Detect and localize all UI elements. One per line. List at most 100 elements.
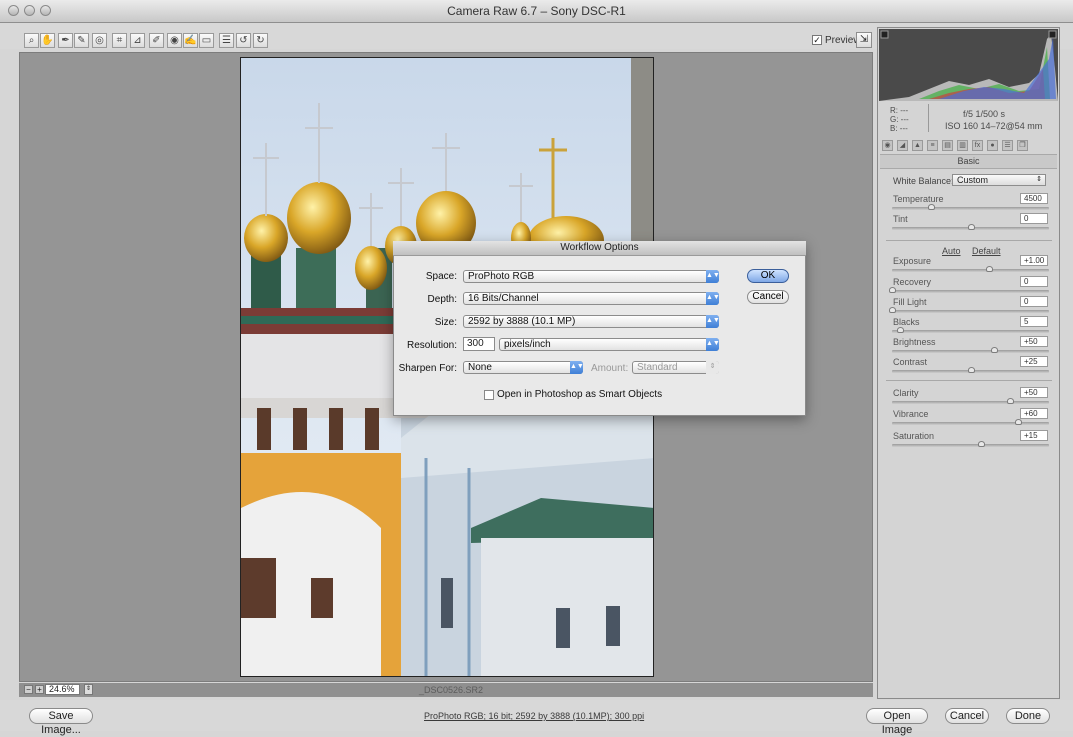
preferences-icon[interactable]: ☰ — [219, 33, 234, 48]
blacks-label: Blacks — [893, 317, 920, 327]
vibrance-slider[interactable] — [892, 422, 1049, 425]
straighten-tool-icon[interactable]: ⊿ — [130, 33, 145, 48]
workflow-options-link[interactable]: ProPhoto RGB; 16 bit; 2592 by 3888 (10.1… — [424, 711, 644, 721]
adjustment-brush-tool-icon[interactable]: ✍ — [183, 33, 198, 48]
exposure-label: Exposure — [893, 256, 932, 266]
zoom-tool-icon[interactable]: ⌕ — [24, 33, 39, 48]
clarity-slider-thumb[interactable] — [1006, 398, 1014, 404]
graduated-filter-tool-icon[interactable]: ▭ — [199, 33, 214, 48]
cancel-button[interactable]: Cancel — [945, 708, 989, 724]
effects-tab-icon[interactable]: fx — [972, 140, 983, 151]
fullscreen-toggle-button[interactable]: ⇲ — [856, 32, 872, 48]
temperature-slider[interactable] — [892, 207, 1049, 210]
smart-objects-label: Open in Photoshop as Smart Objects — [497, 389, 663, 400]
exposure-slider-thumb[interactable] — [986, 266, 994, 272]
ok-button[interactable]: OK — [747, 269, 789, 283]
space-value: ProPhoto RGB — [468, 271, 535, 282]
clarity-value-field[interactable]: +50 — [1020, 387, 1048, 398]
default-link[interactable]: Default — [972, 246, 1001, 256]
space-select[interactable]: ProPhoto RGB ▲▼ — [463, 270, 720, 283]
fill-light-slider-thumb[interactable] — [889, 307, 896, 313]
zoom-level-field[interactable]: 24.6% — [45, 684, 80, 695]
zoom-out-button[interactable]: − — [24, 685, 33, 694]
targeted-adjustment-tool-icon[interactable]: ◎ — [92, 33, 107, 48]
crop-tool-icon[interactable]: ⌗ — [112, 33, 127, 48]
brightness-slider[interactable] — [892, 350, 1049, 353]
sharpen-select[interactable]: None ▲▼ — [463, 361, 584, 374]
contrast-slider-thumb[interactable] — [967, 367, 975, 373]
detail-tab-icon[interactable]: ▲ — [912, 140, 923, 151]
saturation-value-field[interactable]: +15 — [1020, 430, 1048, 441]
exposure-value-field[interactable]: +1.00 — [1020, 255, 1048, 266]
recovery-value-field[interactable]: 0 — [1020, 276, 1048, 287]
split-toning-tab-icon[interactable]: ▤ — [942, 140, 953, 151]
white-balance-select[interactable]: Custom ⇕ — [952, 174, 1046, 186]
brightness-slider-thumb[interactable] — [991, 347, 999, 353]
vibrance-value-field[interactable]: +60 — [1020, 408, 1048, 419]
fill-light-label: Fill Light — [893, 297, 927, 307]
save-image-button[interactable]: Save Image... — [29, 708, 93, 736]
fill-light-value-field[interactable]: 0 — [1020, 296, 1048, 307]
depth-label: Depth: — [427, 294, 457, 305]
histogram — [879, 29, 1058, 101]
select-arrows-icon: ▲▼ — [706, 270, 720, 283]
dialog-cancel-button[interactable]: Cancel — [747, 290, 789, 304]
clarity-label: Clarity — [893, 388, 919, 398]
open-image-button[interactable]: Open Image — [866, 708, 928, 736]
auto-link[interactable]: Auto — [942, 246, 961, 256]
depth-value: 16 Bits/Channel — [468, 293, 539, 304]
size-select[interactable]: 2592 by 3888 (10.1 MP) ▲▼ — [463, 315, 720, 328]
clarity-slider[interactable] — [892, 401, 1049, 404]
blacks-slider-thumb[interactable] — [896, 327, 904, 333]
tint-slider-thumb[interactable] — [967, 224, 975, 230]
color-sampler-tool-icon[interactable]: ✎ — [74, 33, 89, 48]
depth-select[interactable]: 16 Bits/Channel ▲▼ — [463, 292, 720, 305]
rotate-ccw-icon[interactable]: ↺ — [236, 33, 251, 48]
temperature-slider-thumb[interactable] — [928, 204, 936, 210]
resolution-label: Resolution: — [406, 340, 457, 351]
resolution-input[interactable]: 300 — [463, 337, 495, 351]
rotate-cw-icon[interactable]: ↻ — [253, 33, 268, 48]
lens-corrections-tab-icon[interactable]: ▥ — [957, 140, 968, 151]
brightness-value-field[interactable]: +50 — [1020, 336, 1048, 347]
space-label: Space: — [425, 271, 457, 282]
recovery-slider[interactable] — [892, 290, 1049, 293]
saturation-slider[interactable] — [892, 444, 1049, 447]
blacks-value-field[interactable]: 5 — [1020, 316, 1048, 327]
saturation-slider-thumb[interactable] — [978, 441, 986, 447]
hsl-tab-icon[interactable]: ≡ — [927, 140, 938, 151]
contrast-value-field[interactable]: +25 — [1020, 356, 1048, 367]
temperature-value-field[interactable]: 4500 — [1020, 193, 1048, 204]
white-balance-tool-icon[interactable]: ✒ — [58, 33, 73, 48]
readout-divider — [928, 104, 929, 132]
zoom-in-button[interactable]: + — [35, 685, 44, 694]
snapshots-tab-icon[interactable]: ❐ — [1017, 140, 1028, 151]
fill-light-slider[interactable] — [892, 310, 1049, 313]
tone-curve-tab-icon[interactable]: ◢ — [897, 140, 908, 151]
basic-tab-icon[interactable]: ◉ — [882, 140, 893, 151]
tint-label: Tint — [893, 214, 908, 224]
exposure-slider[interactable] — [892, 269, 1049, 272]
red-eye-tool-icon[interactable]: ◉ — [167, 33, 182, 48]
panel-title: Basic — [880, 154, 1057, 169]
readout-iso-lens: ISO 160 14–72@54 mm — [945, 121, 1043, 131]
smart-objects-checkbox[interactable] — [484, 390, 494, 400]
zoom-level-stepper[interactable]: ⇕ — [84, 684, 93, 695]
preview-checkbox[interactable]: ✓ — [812, 35, 822, 45]
tint-value-field[interactable]: 0 — [1020, 213, 1048, 224]
done-button[interactable]: Done — [1006, 708, 1050, 724]
amount-select[interactable]: Standard ⇕ — [632, 361, 719, 374]
vibrance-label: Vibrance — [893, 409, 929, 419]
recovery-slider-thumb[interactable] — [889, 287, 896, 293]
size-label: Size: — [434, 317, 457, 328]
resolution-unit-select[interactable]: pixels/inch ▲▼ — [499, 338, 720, 351]
camera-calibration-tab-icon[interactable]: ● — [987, 140, 998, 151]
readout-b: B: --- — [890, 124, 908, 133]
spot-removal-tool-icon[interactable]: ✐ — [149, 33, 164, 48]
blacks-slider[interactable] — [892, 330, 1049, 333]
hand-tool-icon[interactable]: ✋ — [40, 33, 55, 48]
select-arrows-icon: ⇕ — [706, 361, 719, 374]
vibrance-slider-thumb[interactable] — [1014, 419, 1022, 425]
presets-tab-icon[interactable]: ☰ — [1002, 140, 1013, 151]
window-title: Camera Raw 6.7 – Sony DSC-R1 — [447, 4, 626, 18]
